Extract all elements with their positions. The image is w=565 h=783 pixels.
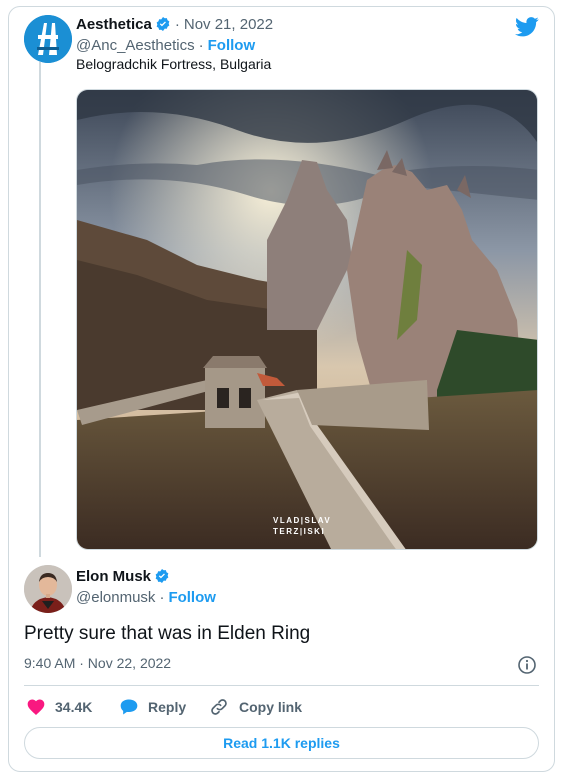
quoted-handle-row: @Anc_Aesthetics · Follow xyxy=(76,35,255,55)
tweet-date[interactable]: Nov 21, 2022 xyxy=(184,16,273,33)
follow-button[interactable]: Follow xyxy=(168,589,216,606)
reply-tweet-text: Pretty sure that was in Elden Ring xyxy=(24,623,311,644)
copy-link-label: Copy link xyxy=(239,699,303,715)
handle-separator: · xyxy=(159,588,165,606)
photo-credit-line1: VLAD|SLAV xyxy=(273,516,331,525)
aesthetica-avatar[interactable] xyxy=(24,15,72,63)
quoted-tweet-header: Aesthetica · Nov 21, 2022 xyxy=(76,14,273,34)
like-count: 34.4K xyxy=(55,699,93,715)
heart-icon xyxy=(27,699,45,715)
quoted-tweet-text: Belogradchik Fortress, Bulgaria xyxy=(76,56,272,72)
tweet-photo[interactable]: VLAD|SLAV TERZ|ISKI xyxy=(76,89,538,550)
link-icon xyxy=(211,699,227,715)
elon-musk-avatar[interactable] xyxy=(24,565,72,613)
fortress-photo-image: VLAD|SLAV TERZ|ISKI xyxy=(77,90,537,549)
author-handle[interactable]: @Anc_Aesthetics xyxy=(76,37,195,54)
read-replies-button[interactable]: Read 1.1K replies xyxy=(24,727,539,759)
read-replies-label: Read 1.1K replies xyxy=(223,735,340,751)
like-button[interactable]: 34.4K xyxy=(26,697,92,717)
elon-musk-avatar-image xyxy=(24,565,72,613)
thread-connector-line xyxy=(39,62,41,557)
reply-timestamp[interactable]: 9:40 AM · Nov 22, 2022 xyxy=(24,655,171,671)
reply-label: Reply xyxy=(148,699,187,715)
reply-author-handle[interactable]: @elonmusk xyxy=(76,589,155,606)
reply-handle-row: @elonmusk · Follow xyxy=(76,587,216,607)
twitter-bird-icon[interactable] xyxy=(515,17,539,37)
reply-bubble-icon xyxy=(120,699,138,715)
info-icon[interactable] xyxy=(517,655,537,675)
reply-author-name[interactable]: Elon Musk xyxy=(76,568,151,585)
reply-button[interactable]: Reply xyxy=(119,697,186,717)
copy-link-button[interactable]: Copy link xyxy=(209,697,302,717)
reply-author-row: Elon Musk xyxy=(76,566,170,586)
aesthetica-avatar-image xyxy=(24,15,72,63)
verified-badge-icon xyxy=(155,569,169,583)
action-divider xyxy=(24,685,539,686)
author-name[interactable]: Aesthetica xyxy=(76,16,152,33)
date-separator: · xyxy=(174,15,180,33)
handle-separator: · xyxy=(198,36,204,54)
verified-badge-icon xyxy=(156,17,170,31)
follow-button[interactable]: Follow xyxy=(208,37,256,54)
photo-credit-line2: TERZ|ISKI xyxy=(273,527,325,536)
